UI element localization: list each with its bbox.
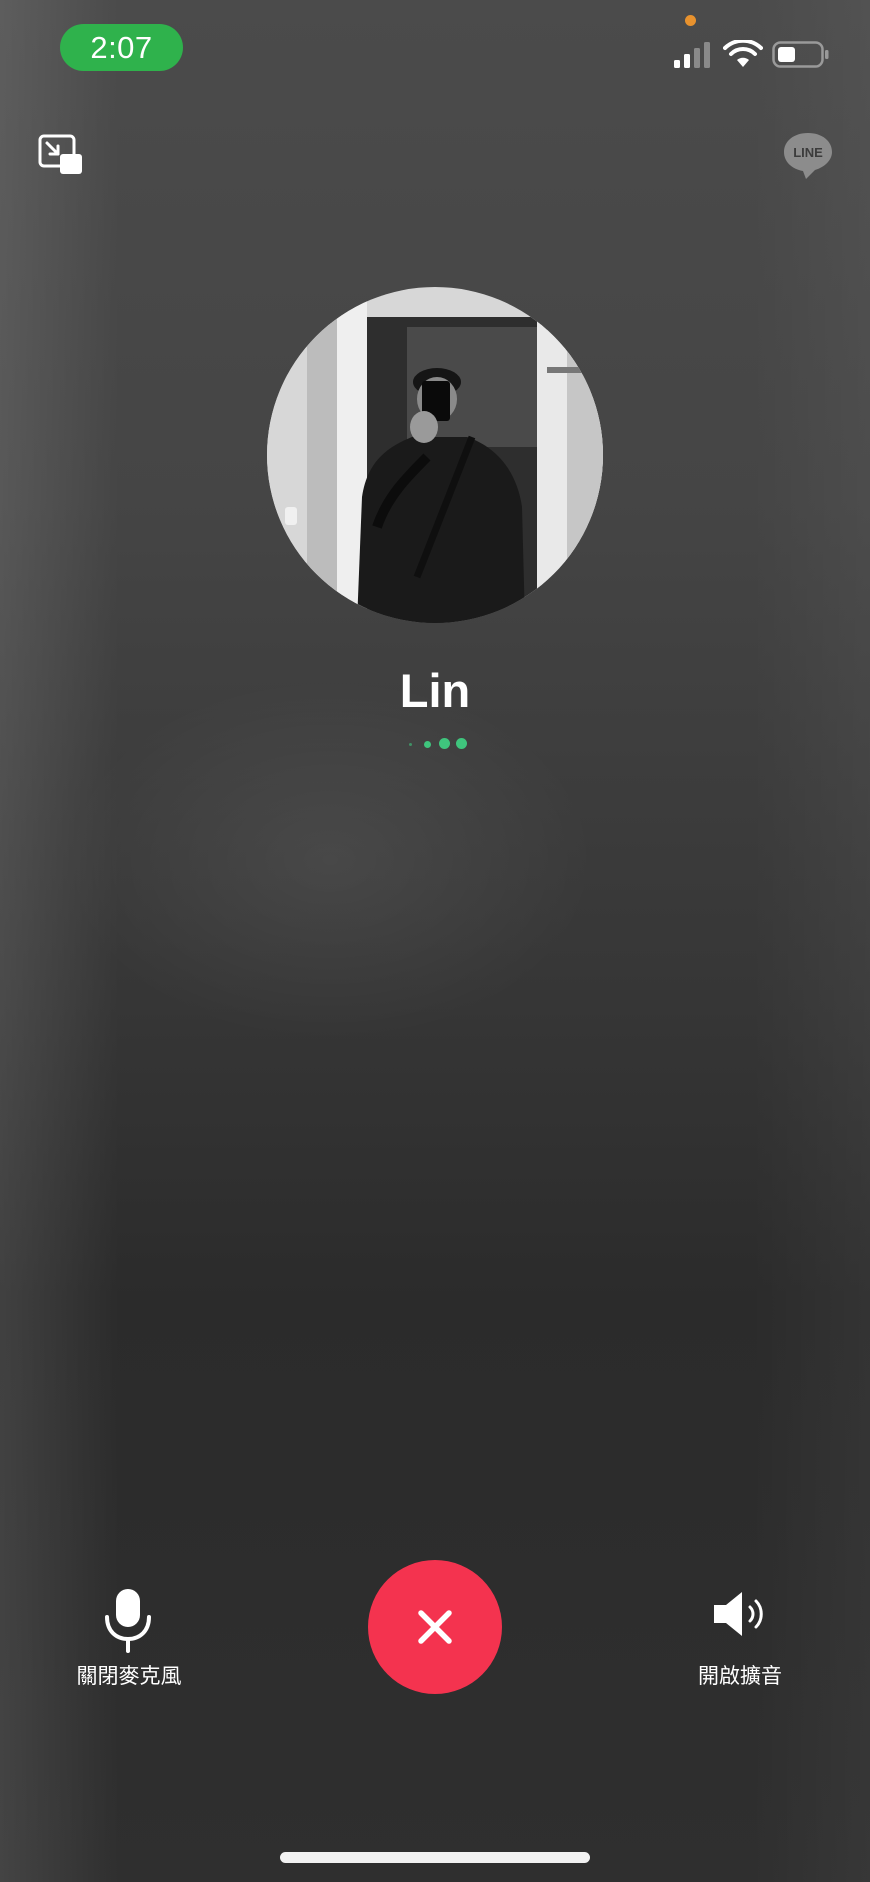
- status-time: 2:07: [90, 29, 153, 65]
- signal-icon: [674, 42, 710, 68]
- caller-avatar: [267, 287, 603, 623]
- wifi-icon: [723, 40, 763, 67]
- connecting-dot: [439, 738, 450, 749]
- connecting-dot: [409, 743, 412, 746]
- line-logo-text: LINE: [793, 145, 823, 160]
- close-icon: [418, 1610, 452, 1644]
- mute-label[interactable]: 關閉麥克風: [29, 1660, 229, 1690]
- speaker-icon[interactable]: [712, 1590, 770, 1638]
- microphone-icon[interactable]: [103, 1587, 153, 1653]
- battery-icon: [772, 41, 829, 68]
- caller-name: Lin: [399, 664, 471, 717]
- end-call-button[interactable]: [368, 1560, 502, 1694]
- speaker-label[interactable]: 開啟擴音: [640, 1660, 840, 1690]
- connecting-dot: [424, 741, 431, 748]
- connecting-indicator: [405, 737, 475, 753]
- privacy-indicator-dot: [685, 15, 696, 26]
- picture-in-picture-icon[interactable]: [38, 134, 84, 176]
- line-logo: LINE: [784, 133, 832, 179]
- home-indicator[interactable]: [280, 1852, 590, 1863]
- connecting-dot: [456, 738, 467, 749]
- status-time-pill[interactable]: 2:07: [60, 24, 183, 71]
